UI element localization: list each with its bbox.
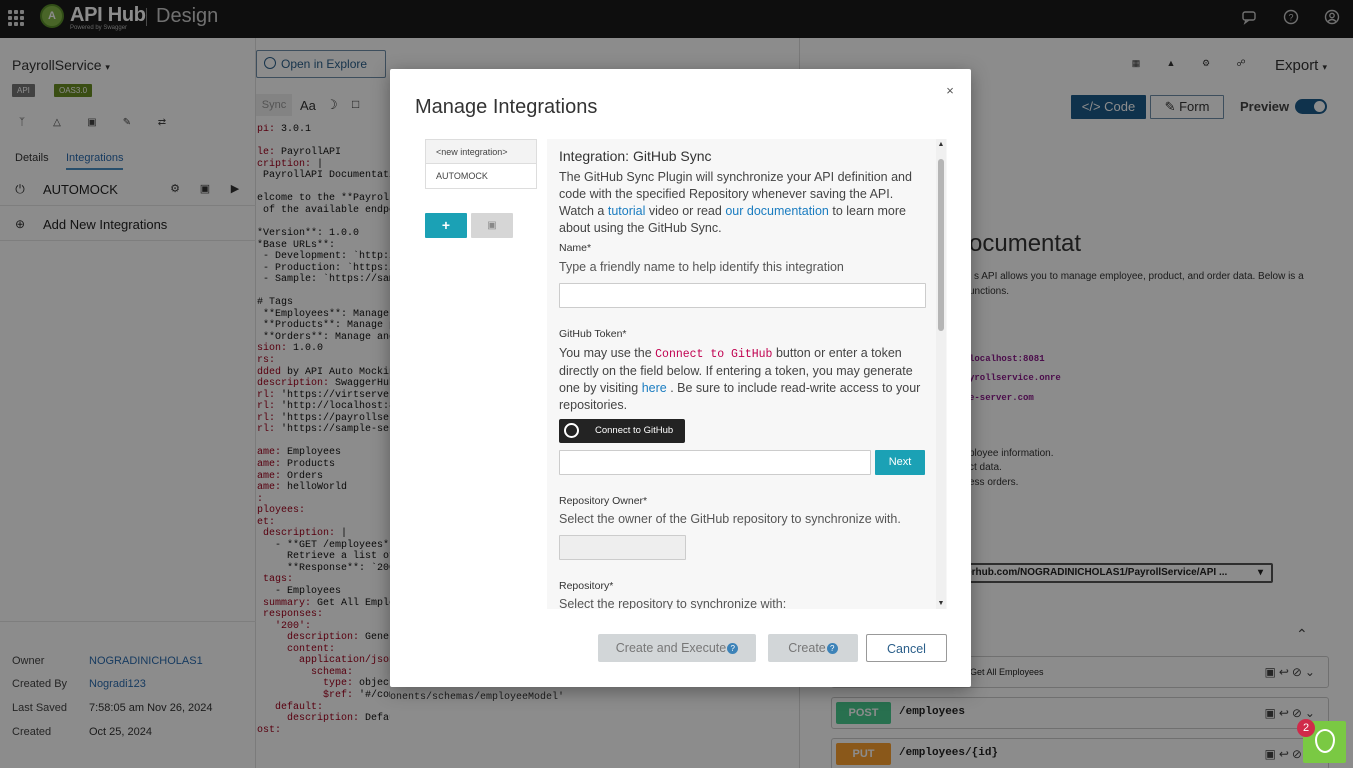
scroll-up-icon[interactable]: ▲ bbox=[936, 141, 946, 148]
form-description: The GitHub Sync Plugin will synchronize … bbox=[559, 170, 912, 235]
form-heading: Integration: GitHub Sync bbox=[559, 148, 712, 164]
github-icon bbox=[564, 423, 579, 438]
integration-list: <new integration> AUTOMOCK bbox=[425, 139, 537, 189]
create-button[interactable]: Create? bbox=[768, 634, 858, 662]
dialog-title: Manage Integrations bbox=[415, 96, 598, 118]
manage-integrations-dialog: Manage Integrations × <new integration> … bbox=[390, 69, 971, 687]
add-integration-button[interactable]: + bbox=[425, 213, 467, 238]
name-input[interactable] bbox=[559, 283, 926, 308]
integration-form: Integration: GitHub Sync The GitHub Sync… bbox=[547, 139, 947, 609]
help-circle-icon: ? bbox=[826, 643, 838, 655]
repository-help: Select the repository to synchronize wit… bbox=[559, 597, 787, 609]
trash-icon: ▣ bbox=[487, 220, 497, 231]
tutorial-link[interactable]: tutorial bbox=[608, 204, 646, 218]
repo-owner-select[interactable] bbox=[559, 535, 686, 560]
delete-integration-button[interactable]: ▣ bbox=[471, 213, 513, 238]
close-icon[interactable]: × bbox=[943, 84, 957, 98]
scrollbar-thumb[interactable] bbox=[938, 159, 944, 331]
notification-count-badge: 2 bbox=[1297, 719, 1315, 737]
form-scrollbar[interactable]: ▲ ▼ bbox=[936, 139, 946, 609]
list-item-new-integration[interactable]: <new integration> bbox=[426, 140, 536, 164]
token-label: GitHub Token* bbox=[559, 328, 627, 340]
next-button[interactable]: Next bbox=[875, 450, 925, 475]
documentation-link[interactable]: our documentation bbox=[725, 204, 829, 218]
name-help: Type a friendly name to help identify th… bbox=[559, 260, 844, 274]
repo-owner-help: Select the owner of the GitHub repositor… bbox=[559, 512, 901, 526]
create-and-execute-button[interactable]: Create and Execute? bbox=[598, 634, 756, 662]
connect-to-github-button[interactable]: Connect to GitHub bbox=[559, 419, 685, 443]
repository-label: Repository* bbox=[559, 580, 614, 592]
help-circle-icon: ? bbox=[727, 643, 739, 655]
name-label: Name* bbox=[559, 242, 592, 254]
repo-owner-label: Repository Owner* bbox=[559, 495, 648, 507]
token-here-link[interactable]: here bbox=[642, 381, 667, 395]
chat-bubble-icon bbox=[1315, 729, 1335, 753]
scroll-down-icon[interactable]: ▼ bbox=[936, 600, 946, 607]
list-item-automock[interactable]: AUTOMOCK bbox=[426, 164, 536, 188]
token-help: You may use the Connect to GitHub button… bbox=[559, 346, 921, 412]
github-token-input[interactable] bbox=[559, 450, 871, 475]
cancel-button[interactable]: Cancel bbox=[866, 634, 947, 662]
